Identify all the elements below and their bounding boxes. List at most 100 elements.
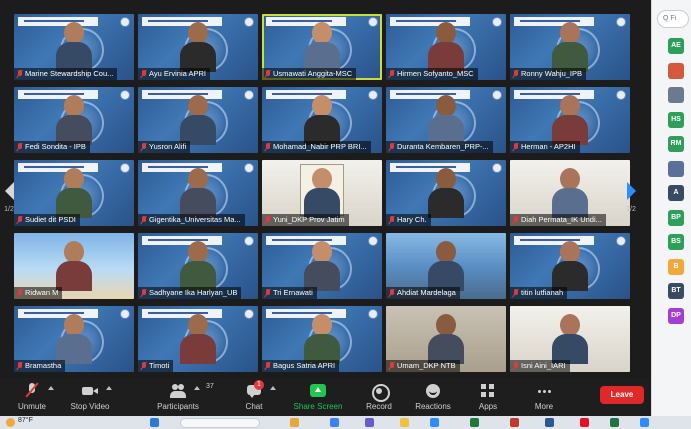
participant-video <box>552 314 588 364</box>
taskbar-app-icon[interactable] <box>640 418 649 427</box>
next-page-button[interactable]: 1/2 <box>624 182 638 218</box>
participant-name-bar: Herman - AP2HI <box>510 141 580 153</box>
camera-icon[interactable] <box>82 383 98 399</box>
participant-tile[interactable]: Gigentika_Universitas Ma... <box>138 160 258 226</box>
windows-start-icon[interactable] <box>150 418 159 427</box>
participant-search-input[interactable]: Q Fi <box>657 10 689 28</box>
share-screen-icon[interactable] <box>310 383 326 399</box>
participant-tile[interactable]: Marine Stewardship Cou... <box>14 14 134 80</box>
participant-tile[interactable]: Ahdiat Mardelaga <box>386 233 506 299</box>
share-screen-button[interactable]: Share Screen <box>286 381 350 415</box>
taskbar-app-icon[interactable] <box>545 418 554 427</box>
mic-muted-icon <box>265 216 271 224</box>
participant-tile[interactable]: Mohamad_Nabir PRP BRI... <box>262 87 382 153</box>
participant-tile[interactable]: Tri Ernawati <box>262 233 382 299</box>
participant-head <box>312 168 332 190</box>
mic-muted-icon[interactable] <box>24 383 40 399</box>
participant-tile[interactable]: Ronny Wahju_IPB <box>510 14 630 80</box>
taskbar-app-icon[interactable] <box>330 418 339 427</box>
chat-button[interactable]: 1 Chat <box>222 380 286 415</box>
video-options-caret[interactable] <box>106 386 112 390</box>
participant-video <box>180 314 216 364</box>
chat-label: Chat <box>245 402 263 411</box>
chat-options-caret[interactable] <box>270 386 276 390</box>
participant-tile[interactable]: Duranta Kembaren_PRP-... <box>386 87 506 153</box>
zoom-app-icon[interactable] <box>430 418 439 427</box>
taskbar-app-icon[interactable] <box>290 418 299 427</box>
apps-button[interactable]: Apps <box>456 381 520 415</box>
participant-tile[interactable]: Timoti <box>138 306 258 372</box>
participant-avatar[interactable]: RM <box>668 136 684 152</box>
participants-options-caret[interactable] <box>194 386 200 390</box>
chat-icon[interactable]: 1 <box>246 380 264 399</box>
participant-name: Diah Permata_IK Undi... <box>521 215 602 224</box>
participant-avatar[interactable] <box>668 87 684 103</box>
participant-tile[interactable]: Hary Ch. <box>386 160 506 226</box>
participant-name-bar: Bagus Satria APRI <box>262 360 340 372</box>
taskbar-app-icon[interactable] <box>365 418 374 427</box>
taskbar-search-box[interactable] <box>180 418 260 428</box>
unmute-button[interactable]: Unmute <box>0 381 64 415</box>
more-button[interactable]: More <box>512 381 576 415</box>
participant-name: Ridwan M <box>25 288 59 297</box>
participant-tile[interactable]: Umam_DKP NTB <box>386 306 506 372</box>
virtual-background-logo <box>368 309 378 319</box>
participant-tile[interactable]: Bagus Satria APRI <box>262 306 382 372</box>
participant-head <box>312 22 332 44</box>
participant-avatar[interactable]: DP <box>668 307 684 324</box>
record-icon[interactable] <box>371 383 390 402</box>
reactions-icon[interactable] <box>425 383 441 399</box>
participant-avatar[interactable]: BT <box>668 283 684 299</box>
participant-avatar[interactable]: AE <box>668 38 684 54</box>
audio-options-caret[interactable] <box>48 386 54 390</box>
mic-muted-icon <box>389 70 395 78</box>
taskbar-app-icon[interactable] <box>580 418 589 427</box>
participant-name-bar: Mohamad_Nabir PRP BRI... <box>262 141 371 153</box>
weather-temp[interactable]: 87°F <box>18 417 33 424</box>
taskbar-app-icon[interactable] <box>610 418 619 427</box>
participant-video <box>304 168 340 218</box>
participant-avatar[interactable]: BP <box>668 209 684 226</box>
participant-head <box>560 241 580 263</box>
mic-muted-icon <box>265 143 271 151</box>
arrow-left-icon[interactable] <box>4 182 14 200</box>
participant-tile[interactable]: Ridwan M <box>14 233 134 299</box>
participant-avatar[interactable]: B <box>668 258 684 275</box>
participant-tile[interactable]: Sadhyane Ika Harlyan_UB <box>138 233 258 299</box>
participant-avatar[interactable]: HS <box>668 111 684 128</box>
file-explorer-icon[interactable] <box>400 418 409 427</box>
windows-taskbar: 87°F <box>0 416 691 429</box>
participant-tile[interactable]: Fedi Sondita - IPB <box>14 87 134 153</box>
leave-button[interactable]: Leave <box>600 386 644 404</box>
mic-muted-icon <box>17 289 23 297</box>
participant-tile[interactable]: titin lutfianah <box>510 233 630 299</box>
taskbar-app-icon[interactable] <box>470 418 479 427</box>
participant-tile[interactable]: Ayu Ervinia APRI <box>138 14 258 80</box>
prev-page-button[interactable]: 1/2 <box>2 182 16 218</box>
apps-icon[interactable] <box>480 383 496 399</box>
participant-tile[interactable]: Diah Permata_IK Undi... <box>510 160 630 226</box>
participant-tile[interactable]: Isni Aini_IARI <box>510 306 630 372</box>
virtual-background-logo <box>244 236 254 246</box>
participant-name: Yusron Alifi <box>149 142 187 151</box>
participant-tile[interactable]: Usmawati Anggita-MSC <box>262 14 382 80</box>
participant-head <box>312 95 332 117</box>
participant-tile[interactable]: Sudiet dit PSDI <box>14 160 134 226</box>
stop-video-button[interactable]: Stop Video <box>58 381 122 415</box>
participants-icon[interactable]: 37 <box>170 383 214 399</box>
participant-avatar[interactable]: A <box>668 185 684 201</box>
participant-avatar[interactable] <box>668 62 684 79</box>
participant-tile[interactable]: Hirmen Sofyanto_MSC <box>386 14 506 80</box>
participant-name: Hirmen Sofyanto_MSC <box>397 69 474 78</box>
participant-tile[interactable]: Yuni_DKP Prov Jatim <box>262 160 382 226</box>
participant-tile[interactable]: Yusron Alifi <box>138 87 258 153</box>
participant-avatar[interactable]: BS <box>668 234 684 250</box>
arrow-right-icon[interactable] <box>626 182 636 200</box>
participant-tile[interactable]: Bramastha <box>14 306 134 372</box>
participant-tile[interactable]: Herman - AP2HI <box>510 87 630 153</box>
participant-avatar[interactable] <box>668 160 684 177</box>
taskbar-app-icon[interactable] <box>510 418 519 427</box>
participants-button[interactable]: 37 Participants <box>146 381 214 415</box>
more-icon[interactable] <box>536 383 552 399</box>
weather-sun-icon[interactable] <box>6 418 15 427</box>
